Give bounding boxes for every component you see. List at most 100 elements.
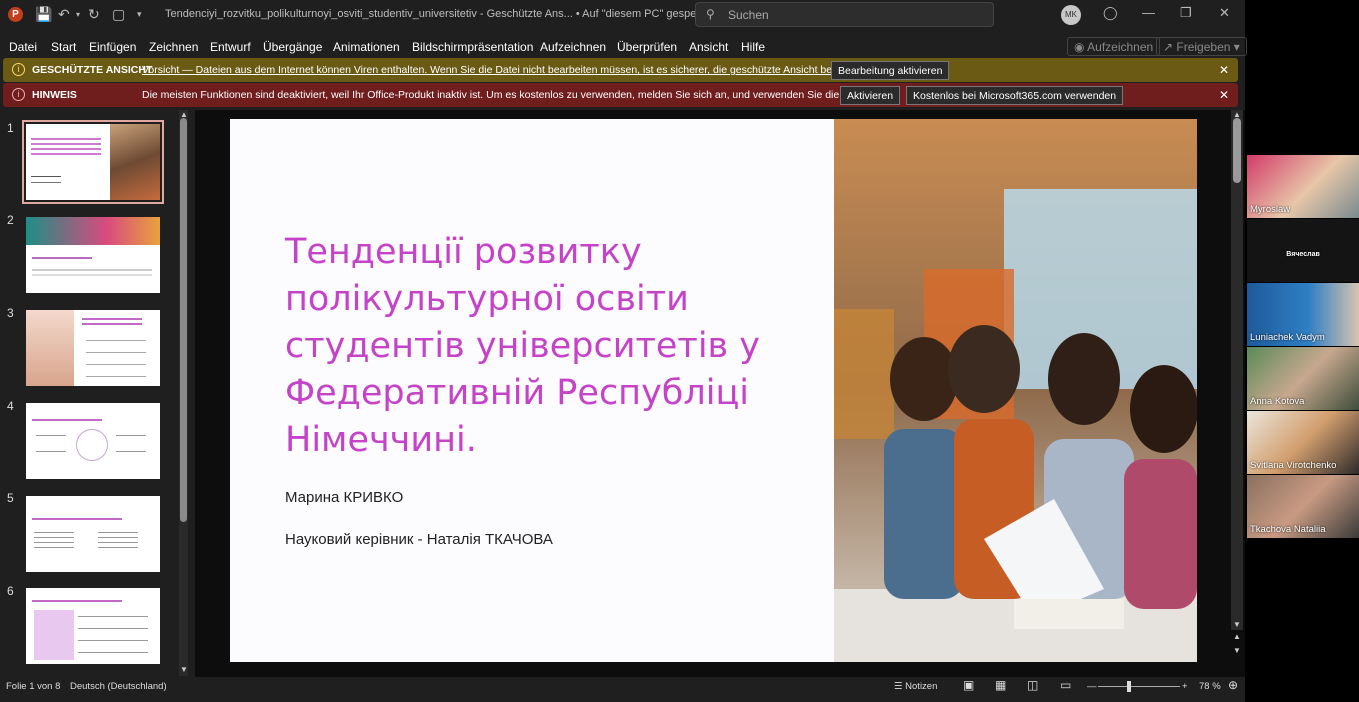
menu-start[interactable]: Start [51,40,76,54]
thumb-number: 2 [7,213,14,227]
slide-thumb-3[interactable] [26,310,160,386]
slide-thumb-1[interactable] [22,120,164,204]
slide-thumbnails: 1 2 3 4 5 6 [0,110,192,677]
notes-icon: ☰ [894,681,906,692]
participant-name: Anna Kotova [1250,396,1305,407]
participant-tile[interactable]: Вячеслав [1247,219,1359,282]
notice-label: HINWEIS [32,89,77,101]
menu-einfuegen[interactable]: Einfügen [89,40,136,54]
menu-uebergaenge[interactable]: Übergänge [263,40,322,54]
scroll-down-icon[interactable]: ▼ [180,665,188,674]
close-icon[interactable]: ✕ [1219,88,1229,102]
avatar[interactable]: MK [1061,5,1081,25]
chevron-down-icon: ▾ [1230,40,1240,54]
menu-ansicht[interactable]: Ansicht [689,40,728,54]
thumb-number: 4 [7,399,14,413]
enable-editing-button[interactable]: Bearbeitung aktivieren [831,61,950,80]
close-icon[interactable]: ✕ [1219,63,1229,77]
slide-scrollbar[interactable] [1231,110,1243,630]
share-icon: ↗ [1163,40,1177,54]
zoom-level[interactable]: 78 % [1199,681,1221,692]
notes-label: Notizen [905,681,938,692]
protected-view-bar: i GESCHÜTZTE ANSICHT Vorsicht — Dateien … [3,58,1238,82]
menu-bar: Datei Start Einfügen Zeichnen Entwurf Üb… [0,34,1245,58]
menu-datei[interactable]: Datei [9,40,37,54]
search-input[interactable]: ⚲ Suchen [695,2,994,27]
previous-slide-icon[interactable]: ▲ [1233,632,1241,641]
participant-name: Вячеслав [1286,251,1320,258]
shield-icon: i [12,63,25,76]
participant-name: Luniachek Vadym [1250,332,1325,343]
powerpoint-icon: P [8,7,23,22]
activate-button[interactable]: Aktivieren [840,86,901,105]
slide-thumb-2[interactable] [26,217,160,293]
share-label: Freigeben [1176,40,1231,54]
search-placeholder: Suchen [728,8,769,22]
participant-tile[interactable]: Anna Kotova [1247,347,1359,410]
web-version-button[interactable]: Kostenlos bei Microsoft365.com verwenden [906,86,1124,105]
slide-advisor[interactable]: Науковий керівник - Наталія ТКАЧОВА [285,531,553,548]
thumb-number: 5 [7,491,14,505]
customize-icon[interactable]: ▾ [137,9,142,20]
zoom-out-icon[interactable]: — [1087,681,1097,692]
participant-tile[interactable]: Svitlana Virotchenko [1247,411,1359,474]
normal-view-icon[interactable]: ▣ [963,678,974,692]
record-icon: ◉ [1074,40,1088,54]
next-slide-icon[interactable]: ▼ [1233,646,1241,655]
maximize-icon[interactable]: ❐ [1180,5,1192,21]
notice-bar: i HINWEIS Die meisten Funktionen sind de… [3,83,1238,107]
thumb-number: 1 [7,121,14,135]
slide-thumb-6[interactable] [26,588,160,664]
protected-view-message[interactable]: Vorsicht — Dateien aus dem Internet könn… [142,64,889,76]
close-icon[interactable]: ✕ [1219,5,1230,21]
slideshow-icon[interactable]: ▭ [1060,678,1071,692]
participant-name: Myroslaw [1250,204,1291,215]
menu-aufzeichnen[interactable]: Aufzeichnen [540,40,606,54]
status-bar: Folie 1 von 8 Deutsch (Deutschland) ☰ No… [0,677,1245,697]
participant-name: Tkachova Nataliia [1250,524,1326,535]
redo-icon[interactable]: ↻ [88,6,100,23]
thumbnail-scroll-thumb[interactable] [180,118,187,522]
menu-ueberpruefen[interactable]: Überprüfen [617,40,677,54]
zoom-slider-thumb[interactable] [1127,681,1131,692]
record-button[interactable]: ◉ Aufzeichnen [1067,37,1161,56]
protected-view-label: GESCHÜTZTE ANSICHT [32,64,153,76]
slide-counter: Folie 1 von 8 [6,681,61,692]
notice-message: Die meisten Funktionen sind deaktiviert,… [142,89,901,101]
undo-icon[interactable]: ↶ [58,6,70,23]
scroll-down-icon[interactable]: ▼ [1233,620,1241,629]
slide-thumb-4[interactable] [26,403,160,479]
slide-author[interactable]: Марина КРИВКО [285,489,403,506]
info-icon: i [12,88,25,101]
lightbulb-icon[interactable]: ◯ [1103,5,1118,21]
minimize-icon[interactable]: — [1142,5,1155,20]
slide-title[interactable]: Тенденції розвитку полікультурної освіти… [285,229,825,464]
participant-tile[interactable]: Luniachek Vadym [1247,283,1359,346]
menu-zeichnen[interactable]: Zeichnen [149,40,198,54]
share-button[interactable]: ↗ Freigeben ▾ [1156,37,1247,56]
slide-scroll-thumb[interactable] [1233,118,1241,183]
participant-tile[interactable]: Myroslaw [1247,155,1359,218]
zoom-in-icon[interactable]: + [1182,681,1188,692]
undo-dropdown-icon[interactable]: ▾ [76,10,80,19]
notes-button[interactable]: ☰ Notizen [894,681,937,692]
save-icon[interactable]: 💾 [35,6,52,23]
reading-view-icon[interactable]: ◫ [1027,678,1038,692]
zoom-slider[interactable] [1098,686,1180,687]
present-icon[interactable]: ▢ [112,6,125,23]
menu-bildschirmpraesentation[interactable]: Bildschirmpräsentation [412,40,533,54]
menu-entwurf[interactable]: Entwurf [210,40,251,54]
students-photo [834,119,1197,662]
menu-hilfe[interactable]: Hilfe [741,40,765,54]
language-indicator[interactable]: Deutsch (Deutschland) [70,681,167,692]
search-icon: ⚲ [706,7,715,21]
slide-thumb-5[interactable] [26,496,160,572]
scroll-up-icon[interactable]: ▲ [1233,110,1241,119]
current-slide[interactable]: Тенденції розвитку полікультурної освіти… [230,119,1197,662]
thumb-number: 3 [7,306,14,320]
slide-sorter-icon[interactable]: ▦ [995,678,1006,692]
participant-tile[interactable]: Tkachova Nataliia [1247,475,1359,538]
menu-animationen[interactable]: Animationen [333,40,400,54]
scroll-up-icon[interactable]: ▲ [180,110,188,119]
fit-to-window-icon[interactable]: ⊕ [1228,678,1238,692]
